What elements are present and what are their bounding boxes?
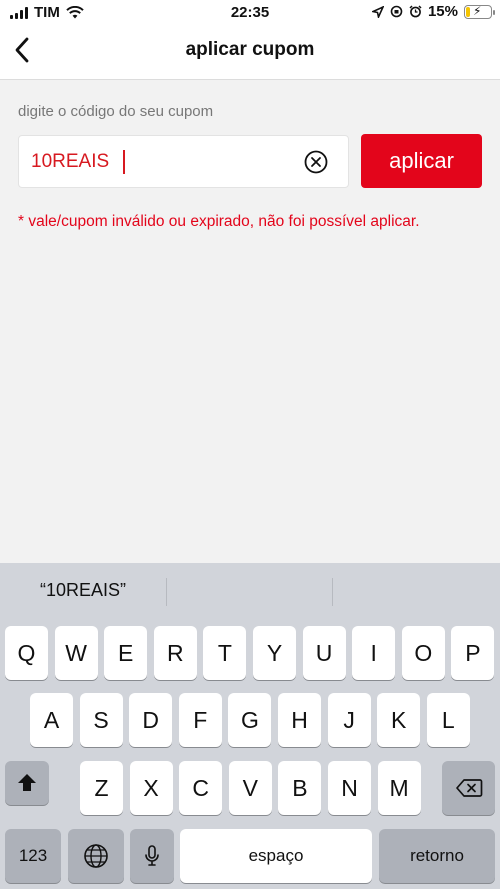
space-key[interactable]: espaço xyxy=(180,829,372,883)
error-message: * vale/cupom inválido ou expirado, não f… xyxy=(18,213,420,230)
microphone-icon xyxy=(145,845,159,866)
numbers-key[interactable]: 123 xyxy=(5,829,61,883)
key-u[interactable]: U xyxy=(302,626,346,680)
battery-icon: ⚡ xyxy=(464,4,495,19)
keyboard: “10REAIS” QWERTYUIOP ASDFGHJKL ZXCVBNM 1… xyxy=(0,563,500,889)
key-r[interactable]: R xyxy=(153,626,197,680)
suggestion-bar: “10REAIS” xyxy=(0,563,500,619)
coupon-label: digite o código do seu cupom xyxy=(18,103,214,120)
suggestion-divider xyxy=(166,578,167,606)
clear-circle-icon[interactable] xyxy=(304,150,328,174)
key-j[interactable]: J xyxy=(327,693,371,747)
key-m[interactable]: M xyxy=(377,761,421,815)
key-z[interactable]: Z xyxy=(80,761,123,815)
coupon-input-box[interactable] xyxy=(18,135,349,188)
apply-button[interactable]: aplicar xyxy=(361,134,482,188)
key-n[interactable]: N xyxy=(328,761,371,815)
return-key[interactable]: retorno xyxy=(379,829,495,883)
shift-key[interactable] xyxy=(5,761,49,805)
dictation-key[interactable] xyxy=(130,829,174,883)
status-bar: TIM 22:35 15% ⚡ xyxy=(0,0,500,26)
key-l[interactable]: L xyxy=(426,693,470,747)
battery-percent: 15% xyxy=(427,3,458,20)
page-title: aplicar cupom xyxy=(185,39,315,60)
key-v[interactable]: V xyxy=(228,761,272,815)
key-w[interactable]: W xyxy=(54,626,98,680)
nav-header: aplicar cupom xyxy=(0,26,500,80)
globe-icon xyxy=(84,844,108,868)
rotation-lock-icon xyxy=(390,5,403,18)
globe-key[interactable] xyxy=(68,829,124,883)
key-g[interactable]: G xyxy=(228,693,272,747)
key-i[interactable]: I xyxy=(352,626,396,680)
key-s[interactable]: S xyxy=(79,693,123,747)
key-f[interactable]: F xyxy=(178,693,222,747)
key-k[interactable]: K xyxy=(377,693,421,747)
key-e[interactable]: E xyxy=(104,626,148,680)
key-b[interactable]: B xyxy=(278,761,322,815)
key-p[interactable]: P xyxy=(451,626,495,680)
backspace-icon xyxy=(455,779,482,797)
key-t[interactable]: T xyxy=(203,626,247,680)
key-q[interactable]: Q xyxy=(5,626,48,680)
location-arrow-icon xyxy=(371,5,384,18)
suggestion-divider xyxy=(332,578,333,606)
key-y[interactable]: Y xyxy=(253,626,296,680)
key-h[interactable]: H xyxy=(278,693,321,747)
text-cursor xyxy=(123,150,125,174)
coupon-input[interactable] xyxy=(31,136,301,187)
key-d[interactable]: D xyxy=(129,693,173,747)
alarm-icon xyxy=(409,5,422,18)
key-a[interactable]: A xyxy=(30,693,73,747)
key-c[interactable]: C xyxy=(179,761,223,815)
key-x[interactable]: X xyxy=(129,761,173,815)
key-o[interactable]: O xyxy=(401,626,445,680)
suggestion-item[interactable]: “10REAIS” xyxy=(0,580,166,601)
backspace-key[interactable] xyxy=(442,761,495,815)
shift-arrow-icon xyxy=(18,774,36,791)
status-right: 15% ⚡ xyxy=(371,3,495,20)
